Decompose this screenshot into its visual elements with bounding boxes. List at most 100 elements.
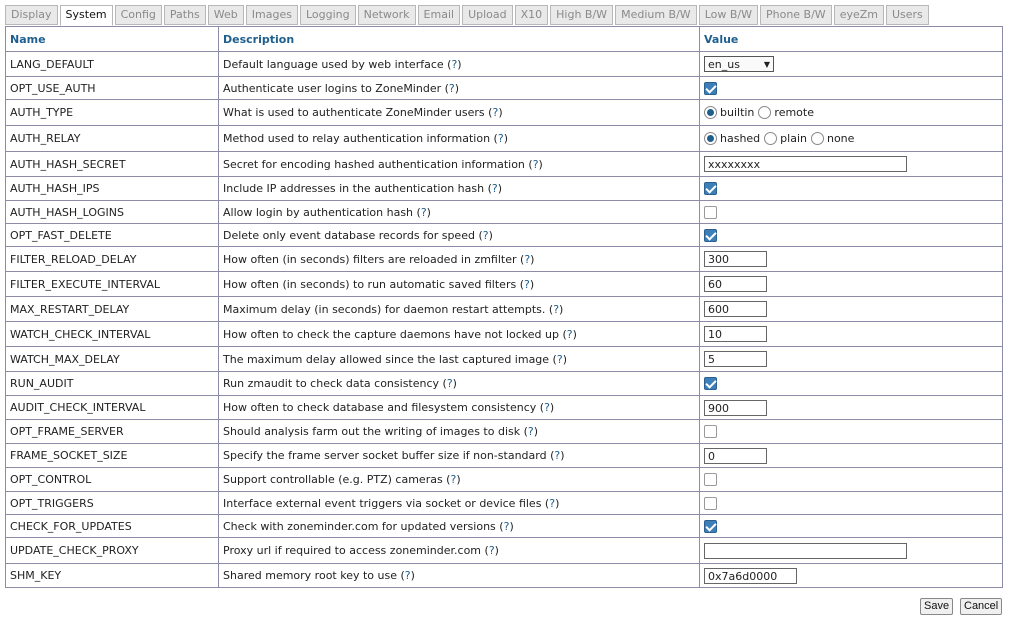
option-name-cell: AUTH_HASH_IPS bbox=[5, 176, 219, 201]
table-row: AUTH_RELAY Method used to relay authentic… bbox=[5, 125, 1003, 152]
option-name-cell: WATCH_MAX_DELAY bbox=[5, 346, 219, 372]
tab-logging[interactable]: Logging bbox=[299, 5, 356, 25]
table-row: FILTER_EXECUTE_INTERVAL How often (in sec… bbox=[5, 271, 1003, 297]
save-button[interactable]: Save bbox=[920, 598, 954, 615]
table-row: OPT_TRIGGERS Interface external event tri… bbox=[5, 491, 1003, 515]
auth-relay-radio-hashed[interactable] bbox=[704, 132, 717, 146]
max-restart-delay-input[interactable]: 600 bbox=[704, 301, 767, 317]
table-row: OPT_CONTROL Support controllable (e.g. PT… bbox=[5, 467, 1003, 492]
option-description: Maximum delay (in seconds) for daemon re… bbox=[223, 302, 546, 316]
tab-x10[interactable]: X10 bbox=[514, 5, 549, 25]
auth-relay-radio-none[interactable] bbox=[810, 132, 824, 146]
tab-medium-b-w[interactable]: Medium B/W bbox=[615, 5, 697, 25]
option-description-cell: Interface external event triggers via so… bbox=[218, 491, 700, 515]
radio-label: none bbox=[826, 132, 855, 146]
options-table: Name Description Value LANG_DEFAULT Defau… bbox=[5, 26, 1003, 588]
opt-use-auth-checkbox[interactable] bbox=[704, 81, 717, 95]
option-name: AUDIT_CHECK_INTERVAL bbox=[10, 401, 146, 414]
table-row: FRAME_SOCKET_SIZE Specify the frame serve… bbox=[5, 443, 1003, 468]
option-value-cell bbox=[699, 176, 1003, 201]
auth-hash-secret-input[interactable]: xxxxxxxx bbox=[704, 156, 907, 172]
option-name-cell: OPT_CONTROL bbox=[5, 467, 219, 492]
update-check-proxy-input[interactable] bbox=[704, 542, 907, 559]
lang-default-select[interactable]: en_us ▼ bbox=[704, 56, 774, 72]
auth-type-radio-builtin[interactable] bbox=[704, 106, 717, 120]
run-audit-checkbox[interactable] bbox=[704, 377, 717, 391]
table-row: AUDIT_CHECK_INTERVAL How often to check d… bbox=[5, 395, 1003, 420]
option-description: Run zmaudit to check data consistency bbox=[223, 377, 440, 390]
option-description-cell: Run zmaudit to check data consistency (?… bbox=[218, 371, 700, 396]
option-name: AUTH_HASH_IPS bbox=[10, 182, 100, 195]
tab-web[interactable]: Web bbox=[207, 5, 244, 25]
cancel-button[interactable]: Cancel bbox=[960, 598, 1003, 615]
option-name: WATCH_MAX_DELAY bbox=[10, 352, 120, 366]
paren-close: ) bbox=[530, 252, 535, 266]
radio-label: builtin bbox=[720, 106, 755, 120]
paren-close: ) bbox=[549, 401, 555, 414]
option-description: How often (in seconds) filters are reloa… bbox=[223, 252, 517, 266]
option-description: How often to check database and filesyst… bbox=[223, 401, 537, 414]
tab-email[interactable]: Email bbox=[417, 5, 461, 25]
option-value-cell: hashed plain none bbox=[699, 125, 1003, 152]
option-description: How often to check the capture daemons h… bbox=[223, 327, 559, 341]
option-description: The maximum delay allowed since the last… bbox=[223, 352, 550, 366]
opt-triggers-checkbox[interactable] bbox=[704, 496, 717, 510]
option-name-cell: UPDATE_CHECK_PROXY bbox=[5, 537, 219, 564]
auth-type-radio-remote[interactable] bbox=[758, 106, 772, 120]
shm-key-input[interactable]: 0x7a6d0000 bbox=[704, 567, 797, 584]
option-description: Allow login by authentication hash bbox=[223, 205, 414, 219]
option-name-cell: SHM_KEY bbox=[5, 563, 219, 588]
tab-users[interactable]: Users bbox=[885, 5, 929, 25]
audit-check-interval-input[interactable]: 900 bbox=[704, 399, 767, 416]
tab-config[interactable]: Config bbox=[114, 5, 162, 25]
frame-socket-size-input[interactable]: 0 bbox=[704, 447, 767, 464]
tab-images[interactable]: Images bbox=[245, 5, 298, 25]
option-description-cell: Include IP addresses in the authenticati… bbox=[218, 176, 700, 201]
paren-open: ( bbox=[495, 519, 504, 533]
option-description-cell: How often (in seconds) to run automatic … bbox=[218, 271, 700, 297]
paren-open: ( bbox=[484, 182, 492, 195]
paren-close: ) bbox=[562, 352, 567, 366]
option-description-cell: Should analysis farm out the writing of … bbox=[218, 419, 700, 444]
option-name: CHECK_FOR_UPDATES bbox=[10, 519, 132, 533]
filter-execute-interval-input[interactable]: 60 bbox=[704, 276, 767, 292]
option-name: UPDATE_CHECK_PROXY bbox=[10, 544, 139, 557]
auth-hash-ips-checkbox[interactable] bbox=[704, 182, 717, 196]
check-for-updates-checkbox[interactable] bbox=[704, 519, 717, 533]
option-description-cell: Default language used by web interface (… bbox=[218, 51, 700, 77]
paren-open: ( bbox=[524, 157, 533, 171]
opt-fast-delete-checkbox[interactable] bbox=[704, 228, 717, 242]
auth-relay-radio-plain[interactable] bbox=[764, 132, 778, 146]
option-description-cell: Method used to relay authentication info… bbox=[218, 125, 700, 152]
option-value-cell: 60 bbox=[699, 271, 1003, 297]
option-name-cell: OPT_USE_AUTH bbox=[5, 76, 219, 100]
option-description-cell: Maximum delay (in seconds) for daemon re… bbox=[218, 296, 700, 322]
tab-low-b-w[interactable]: Low B/W bbox=[698, 5, 758, 25]
tab-system[interactable]: System bbox=[59, 5, 113, 26]
paren-close: ) bbox=[533, 425, 539, 438]
option-description: What is used to authenticate ZoneMinder … bbox=[223, 106, 485, 119]
opt-frame-server-checkbox[interactable] bbox=[704, 425, 717, 439]
option-name-cell: CHECK_FOR_UPDATES bbox=[5, 514, 219, 538]
filter-reload-delay-input[interactable]: 300 bbox=[704, 251, 767, 267]
paren-close: ) bbox=[452, 377, 457, 390]
option-value-cell bbox=[699, 467, 1003, 492]
tab-high-b-w[interactable]: High B/W bbox=[550, 5, 614, 25]
tab-upload[interactable]: Upload bbox=[462, 5, 513, 25]
opt-control-checkbox[interactable] bbox=[704, 473, 717, 487]
option-description: Secret for encoding hashed authenticatio… bbox=[223, 157, 525, 171]
option-description: Default language used by web interface bbox=[223, 57, 444, 71]
paren-close: ) bbox=[426, 205, 431, 219]
watch-max-delay-input[interactable]: 5 bbox=[704, 351, 767, 367]
tab-eyezm[interactable]: eyeZm bbox=[833, 5, 884, 25]
tab-phone-b-w[interactable]: Phone B/W bbox=[759, 5, 832, 25]
auth-hash-logins-checkbox[interactable] bbox=[704, 205, 717, 219]
tab-display[interactable]: Display bbox=[5, 5, 58, 25]
header-description: Description bbox=[218, 26, 700, 52]
paren-close: ) bbox=[560, 449, 565, 462]
tab-paths[interactable]: Paths bbox=[163, 5, 206, 25]
paren-close: ) bbox=[509, 519, 514, 533]
tab-network[interactable]: Network bbox=[357, 5, 416, 25]
watch-check-interval-input[interactable]: 10 bbox=[704, 326, 767, 342]
options-table-wrap: Name Description Value LANG_DEFAULT Defau… bbox=[5, 26, 1003, 588]
